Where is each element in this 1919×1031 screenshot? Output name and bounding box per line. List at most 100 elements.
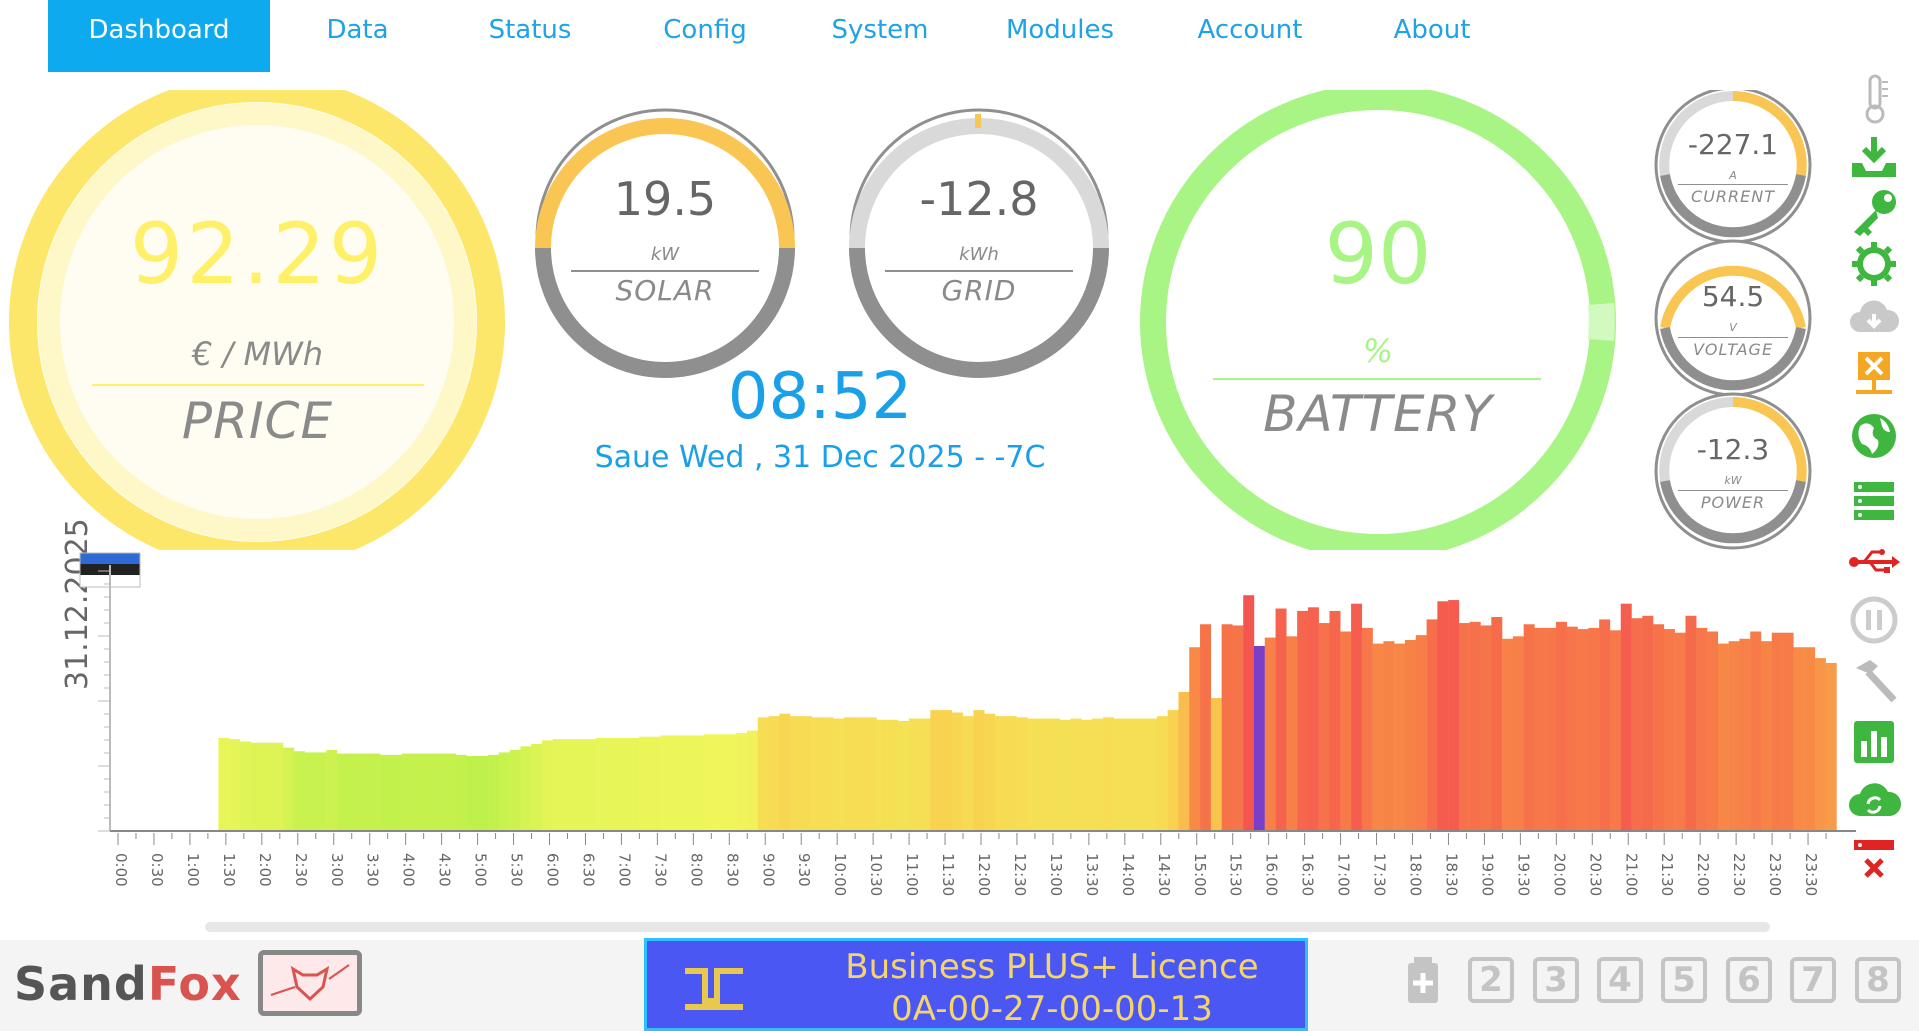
price-bar[interactable] <box>315 752 327 831</box>
battery-slot-icon[interactable] <box>1404 955 1442 1005</box>
slot-8-button[interactable]: 8 <box>1855 957 1901 1003</box>
price-bar[interactable] <box>1405 639 1416 831</box>
price-bar[interactable] <box>542 740 553 831</box>
price-bar[interactable] <box>1102 717 1114 831</box>
price-bar[interactable] <box>865 717 877 831</box>
price-bar[interactable] <box>1750 631 1762 832</box>
price-bar[interactable] <box>1210 698 1222 831</box>
price-bar[interactable] <box>1480 625 1492 831</box>
price-bar[interactable] <box>337 753 349 831</box>
price-bar[interactable] <box>1372 643 1384 831</box>
price-bar[interactable] <box>962 716 974 831</box>
price-bar[interactable] <box>1049 718 1060 831</box>
price-bar[interactable] <box>1588 627 1600 831</box>
price-bar[interactable] <box>1653 624 1665 831</box>
price-bar[interactable] <box>1264 637 1276 831</box>
price-bar[interactable] <box>876 719 888 831</box>
price-bar[interactable] <box>1599 619 1611 831</box>
slot-7-button[interactable]: 7 <box>1790 957 1836 1003</box>
price-bar[interactable] <box>649 736 661 831</box>
price-bar[interactable] <box>1642 615 1654 831</box>
price-bar[interactable] <box>1200 624 1212 831</box>
price-bar[interactable] <box>1059 719 1071 831</box>
slot-6-button[interactable]: 6 <box>1726 957 1772 1003</box>
slot-5-button[interactable]: 5 <box>1661 957 1707 1003</box>
price-bar[interactable] <box>779 713 791 831</box>
price-bar[interactable] <box>466 756 478 831</box>
price-bar[interactable] <box>1146 718 1158 831</box>
price-bar[interactable] <box>930 710 942 831</box>
price-bar[interactable] <box>520 746 532 831</box>
price-bar[interactable] <box>563 739 575 831</box>
price-bar[interactable] <box>822 717 834 831</box>
price-bar[interactable] <box>509 749 521 831</box>
chart-scrollbar[interactable] <box>205 922 1770 932</box>
price-bar[interactable] <box>1609 630 1621 831</box>
price-bar[interactable] <box>995 716 1007 831</box>
price-bar[interactable] <box>1329 610 1341 831</box>
price-bar[interactable] <box>919 718 931 831</box>
price-bar[interactable] <box>1663 629 1675 831</box>
price-bar[interactable] <box>1318 623 1330 831</box>
price-bar[interactable] <box>1771 632 1783 831</box>
price-bar[interactable] <box>239 741 251 831</box>
price-bar[interactable] <box>1469 621 1481 831</box>
price-bar[interactable] <box>401 753 413 831</box>
price-bar[interactable] <box>1793 647 1805 831</box>
price-bar[interactable] <box>768 716 780 831</box>
price-bar[interactable] <box>736 733 748 831</box>
price-bar[interactable] <box>1038 718 1050 831</box>
price-bar[interactable] <box>1243 595 1255 831</box>
price-bar[interactable] <box>1577 629 1589 831</box>
price-bar[interactable] <box>1070 718 1082 831</box>
price-bar[interactable] <box>423 753 435 831</box>
price-bar[interactable] <box>434 753 446 831</box>
price-bar[interactable] <box>682 735 694 831</box>
price-bar[interactable] <box>1178 691 1190 831</box>
price-bar[interactable] <box>455 754 467 831</box>
key-icon[interactable] <box>1846 186 1902 238</box>
price-bar[interactable] <box>1415 635 1427 831</box>
price-bar[interactable] <box>1361 627 1373 831</box>
price-bar[interactable] <box>293 751 305 831</box>
network-alert-icon[interactable] <box>1846 348 1902 400</box>
price-bar[interactable] <box>1167 710 1179 831</box>
price-bar[interactable] <box>703 734 715 831</box>
tab-modules[interactable]: Modules <box>990 0 1130 72</box>
price-bar[interactable] <box>1782 632 1794 831</box>
price-bar[interactable] <box>1113 718 1125 831</box>
price-bar[interactable] <box>1825 662 1837 831</box>
price-bar[interactable] <box>1383 641 1395 831</box>
price-bar[interactable] <box>595 737 607 831</box>
price-bar[interactable] <box>660 735 672 831</box>
thermometer-icon[interactable] <box>1846 72 1902 124</box>
price-bar[interactable] <box>1189 647 1201 831</box>
price-bar[interactable] <box>1707 631 1719 832</box>
price-bar[interactable] <box>725 734 737 831</box>
price-bar[interactable] <box>1092 718 1104 831</box>
price-bar[interactable] <box>380 754 392 831</box>
tab-account[interactable]: Account <box>1180 0 1320 72</box>
price-bar[interactable] <box>261 742 273 831</box>
price-bar[interactable] <box>746 730 758 831</box>
price-bar[interactable] <box>585 739 597 831</box>
price-bar[interactable] <box>1728 641 1740 831</box>
price-bar[interactable] <box>639 736 651 831</box>
price-bar[interactable] <box>444 753 456 831</box>
price-bar[interactable] <box>1717 643 1729 831</box>
price-bar[interactable] <box>390 754 402 831</box>
price-bar[interactable] <box>229 739 241 831</box>
price-bar[interactable] <box>1760 641 1772 831</box>
price-bar[interactable] <box>1016 717 1028 831</box>
price-bar[interactable] <box>941 710 953 831</box>
price-bar[interactable] <box>1685 615 1697 831</box>
price-bar[interactable] <box>1448 600 1460 831</box>
price-bar[interactable] <box>1631 618 1643 831</box>
price-bar[interactable] <box>1566 626 1578 831</box>
price-bar[interactable] <box>973 710 985 831</box>
slot-2-button[interactable]: 2 <box>1468 957 1514 1003</box>
price-bar[interactable] <box>1005 716 1017 831</box>
current-price-bar[interactable] <box>1253 646 1265 831</box>
price-bar[interactable] <box>844 717 856 831</box>
price-bar[interactable] <box>833 718 845 831</box>
